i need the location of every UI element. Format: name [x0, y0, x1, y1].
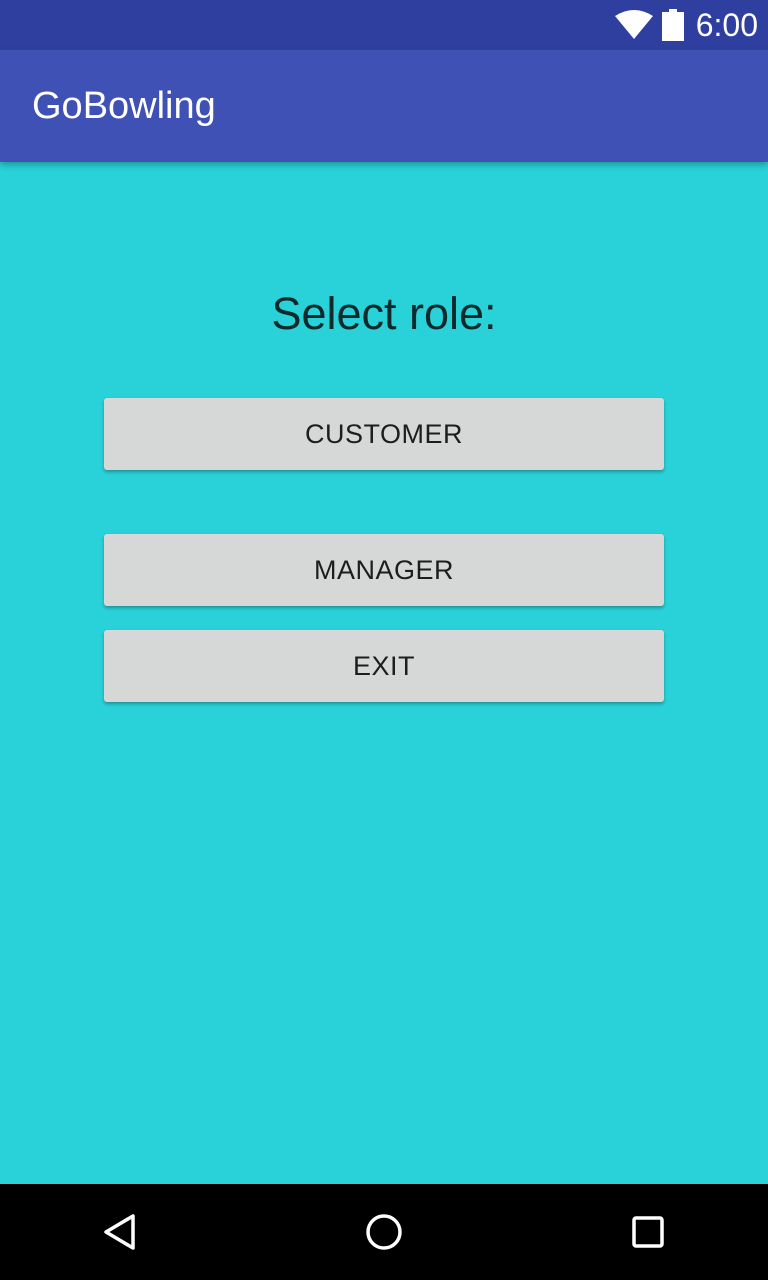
recents-icon [632, 1216, 664, 1248]
status-time: 6:00 [695, 6, 758, 43]
recents-button[interactable] [600, 1184, 696, 1280]
status-bar: 6:00 [0, 0, 768, 50]
navigation-bar [0, 1184, 768, 1280]
screen: 6:00 GoBowling Select role: CUSTOMER MAN… [0, 0, 768, 1280]
wifi-icon [614, 10, 653, 39]
status-icons: 6:00 [614, 0, 758, 50]
back-button[interactable] [72, 1184, 168, 1280]
battery-icon [661, 9, 684, 41]
exit-button[interactable]: EXIT [104, 630, 664, 702]
select-role-prompt: Select role: [271, 288, 497, 339]
manager-button[interactable]: MANAGER [104, 534, 664, 606]
home-button[interactable] [336, 1184, 432, 1280]
home-icon [366, 1214, 402, 1250]
app-title: GoBowling [32, 85, 216, 127]
back-icon [104, 1214, 135, 1250]
customer-button[interactable]: CUSTOMER [104, 398, 664, 470]
app-bar: GoBowling [0, 50, 768, 162]
